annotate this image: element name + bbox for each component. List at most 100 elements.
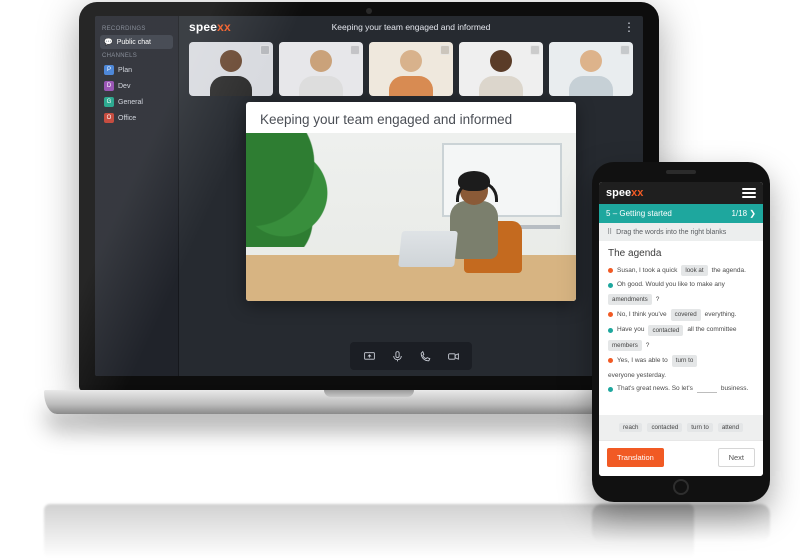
sidebar-channel[interactable]: P Plan bbox=[100, 62, 173, 78]
chevron-right-icon[interactable]: ❯ bbox=[749, 209, 756, 218]
participant-tile[interactable] bbox=[189, 42, 273, 96]
share-screen-button[interactable] bbox=[360, 347, 378, 365]
pin-icon[interactable] bbox=[440, 45, 450, 55]
filled-blank[interactable]: members bbox=[608, 340, 642, 351]
exercise-line: Susan, I took a quick look at the agenda. bbox=[608, 265, 754, 276]
laptop-notch bbox=[324, 390, 414, 397]
sidebar-channel[interactable]: G General bbox=[100, 94, 173, 110]
pin-icon[interactable] bbox=[530, 45, 540, 55]
filled-blank[interactable]: look at bbox=[681, 265, 707, 276]
line-text: Yes, I was able to bbox=[617, 356, 668, 366]
word-chip[interactable]: attend bbox=[718, 423, 743, 432]
meeting-main: speexx Keeping your team engaged and inf… bbox=[179, 16, 643, 376]
speaker-dot bbox=[608, 312, 613, 317]
channel-badge: D bbox=[104, 81, 114, 91]
presentation-stage: Keeping your team engaged and informed bbox=[179, 102, 643, 376]
line-text: everything. bbox=[705, 310, 737, 320]
meeting-app: RECORDINGS 💬 Public chat CHANNELS P Plan… bbox=[95, 16, 643, 376]
brand-suffix: xx bbox=[631, 187, 643, 199]
speaker-dot bbox=[608, 268, 613, 273]
speaker-dot bbox=[608, 358, 613, 363]
channel-label: Dev bbox=[118, 83, 130, 90]
brand-logo: speexx bbox=[189, 20, 231, 34]
menu-icon[interactable] bbox=[742, 188, 756, 198]
phone-home-button[interactable] bbox=[673, 479, 689, 495]
speaker-dot bbox=[608, 328, 613, 333]
progress-count: 1/18 bbox=[731, 209, 747, 218]
brand-suffix: xx bbox=[217, 20, 231, 34]
more-menu-icon[interactable]: ⋮ bbox=[623, 21, 635, 33]
filled-blank[interactable]: covered bbox=[671, 309, 701, 320]
hint-text: Drag the words into the right blanks bbox=[616, 229, 726, 236]
sidebar-section-recordings: RECORDINGS bbox=[102, 26, 173, 32]
line-text: ? bbox=[656, 295, 660, 305]
sidebar-channel[interactable]: O Office bbox=[100, 110, 173, 126]
sidebar-channel[interactable]: D Dev bbox=[100, 78, 173, 94]
participant-tile[interactable] bbox=[369, 42, 453, 96]
phone-reflection bbox=[592, 504, 770, 542]
participant-tile[interactable] bbox=[549, 42, 633, 96]
line-text: business. bbox=[721, 384, 748, 394]
filled-blank[interactable]: contacted bbox=[648, 325, 683, 336]
line-text: No, I think you've bbox=[617, 310, 667, 320]
slide-title: Keeping your team engaged and informed bbox=[246, 102, 576, 133]
word-chip[interactable]: turn to bbox=[687, 423, 713, 432]
lesson-name: Getting started bbox=[619, 209, 671, 218]
mic-button[interactable] bbox=[388, 347, 406, 365]
exercise-line: That's great news. So let'sbusiness. bbox=[608, 384, 754, 394]
sidebar-item-label: Public chat bbox=[117, 39, 151, 46]
line-text: Susan, I took a quick bbox=[617, 266, 677, 276]
line-text: Have you bbox=[617, 325, 644, 335]
phone-speaker bbox=[666, 170, 696, 174]
brand-prefix: spee bbox=[189, 20, 217, 34]
translation-button[interactable]: Translation bbox=[607, 448, 664, 467]
laptop-camera bbox=[366, 8, 372, 14]
empty-blank[interactable] bbox=[697, 385, 717, 393]
phone-device: speexx 5 – Getting started 1/18 ❯ ⠿ Drag… bbox=[592, 162, 770, 502]
next-button[interactable]: Next bbox=[718, 448, 755, 467]
meeting-topbar: speexx Keeping your team engaged and inf… bbox=[179, 16, 643, 38]
meeting-title: Keeping your team engaged and informed bbox=[332, 22, 491, 32]
pin-icon[interactable] bbox=[260, 45, 270, 55]
exercise-line: No, I think you've covered everything. bbox=[608, 309, 754, 320]
exercise-line: Have you contacted all the committee member… bbox=[608, 325, 754, 352]
lesson-sep: – bbox=[613, 209, 617, 218]
call-controls bbox=[350, 342, 472, 370]
lesson-number: 5 bbox=[606, 209, 610, 218]
laptop-lid: RECORDINGS 💬 Public chat CHANNELS P Plan… bbox=[79, 2, 659, 392]
participant-tile[interactable] bbox=[459, 42, 543, 96]
channel-badge: P bbox=[104, 65, 114, 75]
exercise-heading: The agenda bbox=[608, 248, 754, 259]
lesson-progress: 1/18 ❯ bbox=[731, 209, 756, 218]
pin-icon[interactable] bbox=[620, 45, 630, 55]
channel-label: General bbox=[118, 99, 143, 106]
shared-slide[interactable]: Keeping your team engaged and informed bbox=[246, 102, 576, 301]
line-text: the agenda. bbox=[712, 266, 746, 276]
phone-button[interactable] bbox=[416, 347, 434, 365]
lesson-header[interactable]: 5 – Getting started 1/18 ❯ bbox=[599, 204, 763, 223]
video-button[interactable] bbox=[444, 347, 462, 365]
pin-icon[interactable] bbox=[350, 45, 360, 55]
brand-prefix: spee bbox=[606, 187, 631, 199]
channel-badge: O bbox=[104, 113, 114, 123]
exercise-hint: ⠿ Drag the words into the right blanks bbox=[599, 223, 763, 241]
brand-logo: speexx bbox=[606, 187, 643, 199]
filled-blank[interactable]: amendments bbox=[608, 294, 652, 305]
chat-icon: 💬 bbox=[104, 38, 113, 46]
lesson-title: 5 – Getting started bbox=[606, 209, 672, 218]
line-text: all the committee bbox=[687, 325, 736, 335]
word-chip[interactable]: contacted bbox=[647, 423, 682, 432]
speaker-dot bbox=[608, 283, 613, 288]
word-chip[interactable]: reach bbox=[619, 423, 642, 432]
slide-image bbox=[246, 133, 576, 301]
participant-tile[interactable] bbox=[279, 42, 363, 96]
exercise-line: Yes, I was able toturn toeveryone yester… bbox=[608, 355, 754, 380]
speaker-dot bbox=[608, 387, 613, 392]
exercise-line: Oh good. Would you like to make anyamend… bbox=[608, 280, 754, 305]
channel-label: Office bbox=[118, 115, 136, 122]
filled-blank[interactable]: turn to bbox=[672, 355, 698, 366]
word-bank: reach contacted turn to attend bbox=[599, 415, 763, 440]
participant-tiles bbox=[179, 38, 643, 102]
sidebar-item-public-chat[interactable]: 💬 Public chat bbox=[100, 35, 173, 49]
exercise-body: The agenda Susan, I took a quick look at t… bbox=[599, 241, 763, 415]
